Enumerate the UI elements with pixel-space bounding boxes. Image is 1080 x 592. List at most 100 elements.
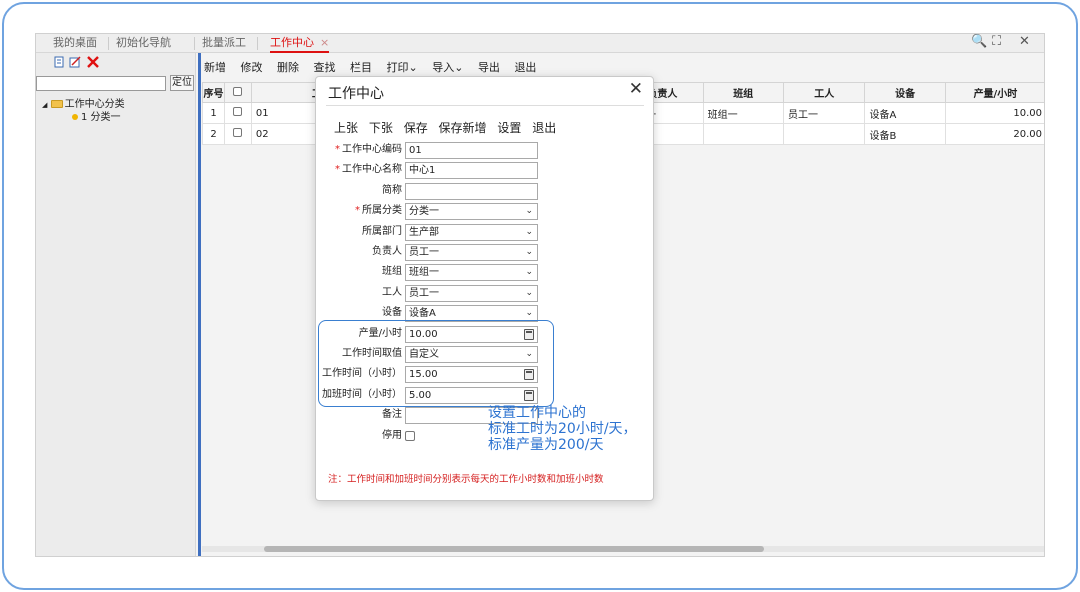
- field-label-text: 负责人: [372, 246, 402, 257]
- scrollbar-thumb[interactable]: [264, 546, 764, 552]
- select-all-checkbox[interactable]: [233, 86, 243, 96]
- tree-item-label: 1 分类一: [81, 112, 121, 123]
- col-header-team[interactable]: 班组: [702, 82, 784, 103]
- chevron-down-icon[interactable]: ⌄: [525, 286, 533, 301]
- department-select[interactable]: 生产部 ⌄: [405, 223, 538, 241]
- col-header-output[interactable]: 产量/小时: [944, 82, 1044, 103]
- dialog-title: 工作中心: [328, 86, 384, 102]
- annotation-line: 标准产量为200/天: [488, 437, 604, 453]
- chevron-down-icon[interactable]: ⌄: [525, 306, 533, 321]
- form-row-category: * 所属分类 分类一 ⌄: [316, 202, 655, 221]
- folder-icon: [50, 100, 63, 108]
- dialog-toolbar: 上张 下张 保存 保存新增 设置 退出: [334, 119, 563, 136]
- cell-team: 班组一: [702, 102, 784, 124]
- horizontal-scrollbar[interactable]: [202, 546, 1044, 552]
- leaf-dot-icon: [72, 114, 78, 120]
- new-document-icon[interactable]: [53, 56, 65, 68]
- tab-init-nav[interactable]: 初始化导航: [116, 34, 171, 53]
- search-icon[interactable]: 🔍: [971, 34, 987, 49]
- field-label-department: 所属部门: [316, 223, 402, 241]
- save-button[interactable]: 保存: [404, 121, 428, 135]
- tab-work-center[interactable]: 工作中心 ×: [270, 34, 330, 53]
- tree-item[interactable]: 1 分类一: [72, 108, 121, 123]
- cell-output: 20.00: [944, 123, 1044, 145]
- field-label-code: * 工作中心编码: [316, 141, 402, 159]
- chevron-down-icon[interactable]: ⌄: [525, 204, 533, 219]
- name-field[interactable]: 中心1: [405, 162, 538, 180]
- export-button[interactable]: 导出: [478, 61, 500, 74]
- tree-expand-icon[interactable]: ◢: [42, 101, 47, 109]
- cell-select[interactable]: [224, 123, 252, 145]
- grid-bottom-border: [202, 556, 1045, 557]
- form-row-department: 所属部门 生产部 ⌄: [316, 223, 655, 241]
- locate-input[interactable]: [36, 76, 166, 91]
- annotation-line: 设置工作中心的: [488, 405, 586, 421]
- field-label-worker: 工人: [316, 284, 402, 302]
- dialog-exit-button[interactable]: 退出: [532, 121, 556, 135]
- tab-close-icon[interactable]: ×: [320, 36, 329, 49]
- save-and-new-button[interactable]: 保存新增: [439, 121, 487, 135]
- field-value: 中心1: [409, 165, 436, 177]
- cell-seq: 2: [201, 123, 226, 145]
- col-header-select[interactable]: [224, 82, 252, 103]
- tab-divider: [257, 37, 258, 50]
- worker-select[interactable]: 员工一 ⌄: [405, 284, 538, 302]
- dialog-close-icon[interactable]: ✕: [629, 79, 643, 99]
- edit-icon[interactable]: [69, 56, 81, 68]
- locate-button[interactable]: 定位: [170, 75, 194, 91]
- modify-button[interactable]: 修改: [241, 61, 263, 74]
- import-button[interactable]: 导入⌄: [432, 61, 463, 74]
- field-label-short-name: 简称: [316, 182, 402, 200]
- code-field[interactable]: 01: [405, 142, 538, 159]
- tab-divider: [194, 37, 195, 50]
- next-record-button[interactable]: 下张: [369, 121, 393, 135]
- field-label-category: * 所属分类: [316, 202, 402, 220]
- chevron-down-icon[interactable]: ⌄: [525, 265, 533, 280]
- cell-worker: 员工一: [782, 102, 866, 124]
- category-select[interactable]: 分类一 ⌄: [405, 203, 538, 221]
- cell-worker: [782, 123, 866, 145]
- field-label-text: 简称: [382, 184, 402, 196]
- exit-button[interactable]: 退出: [514, 61, 536, 74]
- window-close-icon[interactable]: ✕: [1019, 34, 1030, 49]
- settings-button[interactable]: 设置: [497, 121, 521, 135]
- form-row-worker: 工人 员工一 ⌄: [316, 284, 655, 302]
- form-row-team: 班组 班组一 ⌄: [316, 263, 655, 282]
- cell-seq: 1: [201, 102, 226, 124]
- print-button[interactable]: 打印⌄: [387, 61, 418, 74]
- owner-select[interactable]: 员工一 ⌄: [405, 244, 538, 261]
- col-header-equipment[interactable]: 设备: [864, 82, 946, 103]
- cell-output: 10.00: [944, 102, 1044, 124]
- tab-batch-dispatch[interactable]: 批量派工: [202, 34, 246, 53]
- field-label-text: 班组: [382, 266, 402, 278]
- cell-equipment: 设备B: [864, 123, 946, 145]
- columns-button[interactable]: 栏目: [350, 61, 372, 74]
- category-panel: 定位 ◢ 工作中心分类 1 分类一: [36, 53, 196, 556]
- prev-record-button[interactable]: 上张: [334, 121, 358, 135]
- panel-splitter[interactable]: [198, 53, 201, 556]
- add-button[interactable]: 新增: [204, 61, 226, 74]
- tab-divider: [108, 37, 109, 50]
- fullscreen-icon[interactable]: ⛶: [992, 34, 1001, 49]
- required-marker: *: [335, 144, 340, 155]
- disabled-checkbox[interactable]: [405, 430, 415, 441]
- team-select[interactable]: 班组一 ⌄: [405, 264, 538, 282]
- tab-desktop[interactable]: 我的桌面: [53, 34, 97, 53]
- field-label-text: 工作中心编码: [342, 144, 402, 155]
- row-checkbox[interactable]: [233, 128, 243, 137]
- chevron-down-icon[interactable]: ⌄: [525, 225, 533, 240]
- required-marker: *: [355, 205, 360, 217]
- delete-icon[interactable]: [87, 56, 99, 68]
- col-header-seq[interactable]: 序号: [201, 82, 226, 103]
- cell-select[interactable]: [224, 102, 252, 124]
- chevron-down-icon[interactable]: ⌄: [525, 245, 533, 260]
- find-button[interactable]: 查找: [314, 61, 336, 74]
- delete-button[interactable]: 删除: [277, 61, 299, 74]
- dialog-note: 注：工作时间和加班时间分别表示每天的工作小时数和加班小时数: [328, 474, 604, 485]
- col-header-worker[interactable]: 工人: [782, 82, 866, 103]
- field-value: 分类一: [409, 206, 439, 218]
- short-name-field[interactable]: [405, 182, 538, 200]
- field-value: 设备A: [409, 308, 436, 320]
- cell-equipment: 设备A: [864, 102, 946, 124]
- row-checkbox[interactable]: [233, 107, 243, 116]
